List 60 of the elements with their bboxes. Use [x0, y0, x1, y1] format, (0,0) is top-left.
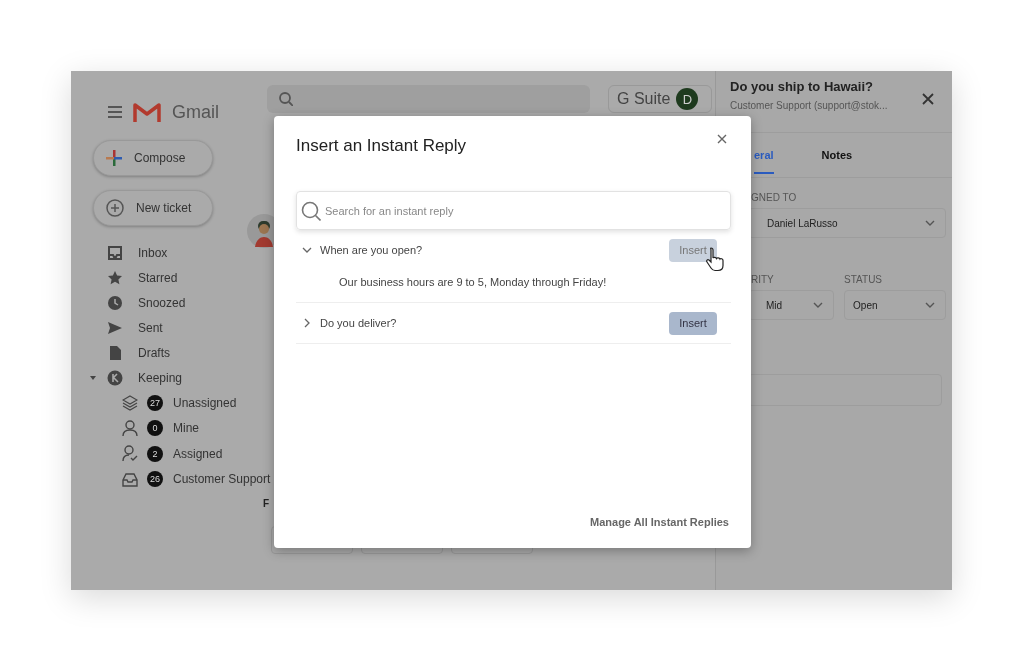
- count-badge: 0: [147, 420, 163, 437]
- tab[interactable]: Notes: [821, 136, 853, 174]
- chevron-down-icon: [925, 302, 935, 308]
- suite-label: G Suite: [617, 90, 671, 108]
- send-icon: [107, 319, 123, 336]
- tray-icon: [122, 470, 138, 488]
- field-label: RITY: [750, 274, 775, 285]
- add-circle-icon: [106, 199, 124, 217]
- clock-icon: [107, 294, 123, 311]
- layers-icon: [122, 394, 138, 412]
- account-avatar[interactable]: D: [676, 88, 699, 110]
- sidebar-item[interactable]: 2 Assigned: [93, 441, 271, 467]
- close-icon: [922, 93, 934, 105]
- compose-button[interactable]: Compose: [93, 140, 213, 176]
- search-field[interactable]: Search for an instant reply: [296, 191, 731, 230]
- chevron-down-icon: [813, 302, 824, 308]
- account-switcher[interactable]: G Suite D: [608, 85, 712, 113]
- insert-button[interactable]: Insert: [669, 311, 717, 335]
- reply-answer: Our business hours are 9 to 5, Monday through Friday!: [338, 275, 608, 290]
- cut-text: F: [263, 498, 270, 509]
- star-icon: [107, 269, 123, 286]
- search-field[interactable]: [267, 85, 590, 113]
- sidebar-item[interactable]: Inbox: [93, 240, 271, 265]
- sidebar-item[interactable]: Drafts: [93, 340, 271, 365]
- sidebar-item[interactable]: Keeping: [93, 365, 271, 390]
- manage-link[interactable]: Manage All Instant Replies: [590, 516, 729, 528]
- inbox-icon: [107, 244, 123, 261]
- chevron-down-icon: [925, 220, 935, 226]
- search-icon: [301, 200, 321, 221]
- sidebar-item[interactable]: 27 Unassigned: [93, 390, 271, 416]
- count-badge: 27: [147, 394, 163, 411]
- sidebar-item[interactable]: 0 Mine: [93, 415, 271, 441]
- ticket-mailbox: Customer Support (support@stok...: [730, 100, 888, 111]
- keeping-logo-icon: [107, 369, 123, 386]
- menu-icon: [108, 106, 122, 118]
- count-badge: 26: [147, 471, 163, 488]
- reply-question[interactable]: When are you open?: [320, 244, 669, 256]
- sidebar-item[interactable]: Sent: [93, 315, 271, 340]
- dialog-title: Insert an Instant Reply: [296, 136, 467, 156]
- status-select[interactable]: Open: [844, 290, 946, 320]
- app-name: Gmail: [172, 101, 219, 123]
- reply-question[interactable]: Do you deliver?: [320, 317, 669, 329]
- field-label: STATUS: [844, 274, 884, 285]
- chevron-down-icon: [302, 247, 312, 253]
- field-label: GNED TO: [750, 192, 798, 203]
- count-badge: 2: [147, 445, 163, 462]
- close-icon: [717, 134, 727, 144]
- person-icon: [122, 419, 138, 437]
- sidebar-item[interactable]: 26 Customer Support: [93, 466, 271, 492]
- plus-icon: [106, 150, 122, 166]
- ticket-title: Do you ship to Hawaii?: [730, 79, 874, 94]
- search-icon: [279, 92, 293, 106]
- sidebar-item[interactable]: Starred: [93, 265, 271, 290]
- new-ticket-button[interactable]: New ticket: [93, 190, 213, 226]
- person-check-icon: [122, 445, 138, 463]
- document-icon: [107, 344, 123, 361]
- chevron-right-icon: [304, 318, 310, 328]
- mail-logo-icon: [133, 102, 161, 122]
- hand-cursor-icon: [705, 246, 725, 272]
- sidebar-item[interactable]: Snoozed: [93, 290, 271, 315]
